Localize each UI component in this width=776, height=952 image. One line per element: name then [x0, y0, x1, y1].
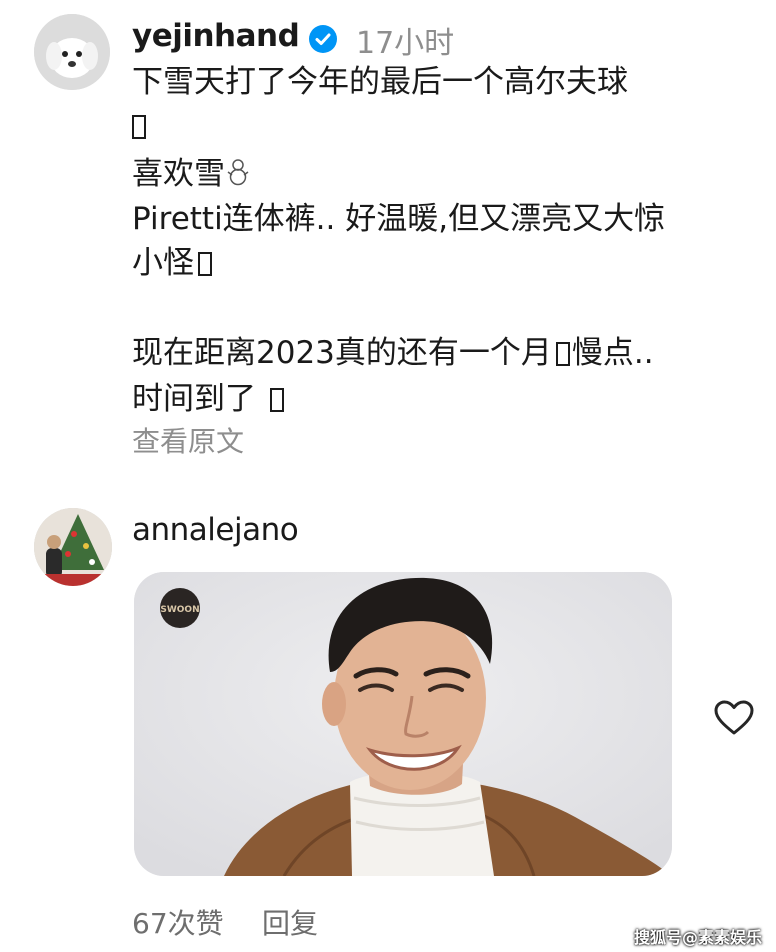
portrait-photo: SWOON — [134, 572, 672, 876]
comment-author-username[interactable]: annalejano — [132, 512, 299, 548]
comment-author-username[interactable]: yejinhand — [132, 18, 300, 54]
comment-text-line: 现在距离2023真的还有一个月 慢点.. — [132, 335, 654, 371]
comment-timestamp: 17小时 — [356, 26, 455, 61]
watermark: 搜狐号@素素娱乐 — [634, 928, 763, 947]
comment-text-line: 时间到了 — [132, 379, 284, 419]
missing-emoji-icon — [198, 252, 212, 276]
christmas-tree-avatar-icon — [34, 508, 112, 586]
snowman-icon — [227, 159, 249, 186]
reply-button[interactable]: 回复 — [262, 902, 318, 942]
comment-photo[interactable]: SWOON — [134, 572, 672, 876]
avatar-annalejano[interactable] — [34, 508, 112, 586]
swoon-logo-icon: SWOON — [160, 588, 200, 628]
comment-text-line: 喜欢雪 — [132, 154, 249, 194]
like-count[interactable]: 67次赞 — [132, 902, 224, 942]
missing-emoji-icon — [555, 342, 570, 366]
missing-emoji-icon — [269, 388, 284, 412]
comment-text-line: 小怪 — [132, 243, 212, 283]
comment-text-line — [132, 106, 146, 146]
verified-badge-icon — [309, 25, 337, 53]
heart-outline-icon[interactable] — [714, 700, 754, 736]
missing-emoji-icon — [132, 115, 146, 139]
comment-text-line: 下雪天打了今年的最后一个高尔夫球 — [132, 64, 628, 100]
see-original-link[interactable]: 查看原文 — [132, 420, 244, 460]
svg-text:SWOON: SWOON — [160, 605, 199, 615]
comment-text-line: Piretti连体裤.. 好温暖,但又漂亮又大惊 — [132, 201, 666, 237]
puppy-avatar-icon — [34, 14, 110, 90]
avatar-yejinhand[interactable] — [34, 14, 110, 90]
